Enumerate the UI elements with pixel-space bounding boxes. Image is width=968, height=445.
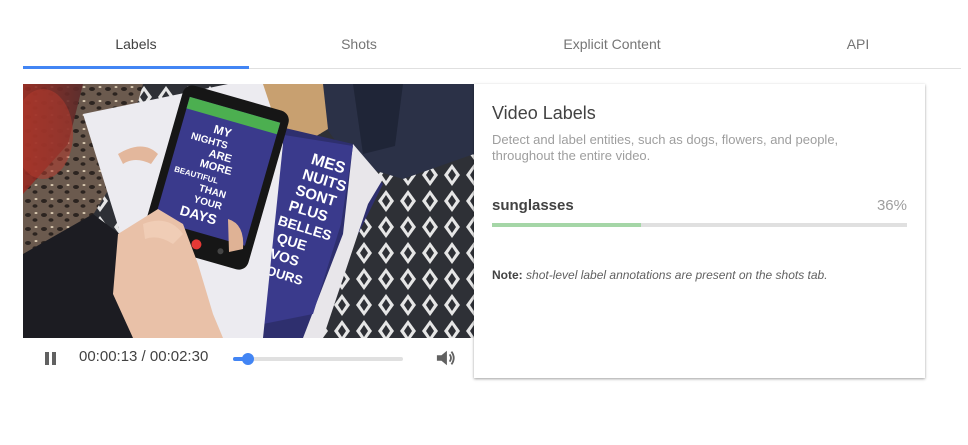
tab-labels[interactable]: Labels: [23, 18, 249, 69]
label-name[interactable]: sunglasses: [492, 197, 574, 214]
tab-bar: Labels Shots Explicit Content API: [23, 18, 961, 69]
tab-explicit-content[interactable]: Explicit Content: [469, 18, 755, 68]
video-frame: MES NUITS SONT PLUS BELLES QUE VOS JOURS…: [23, 84, 474, 338]
volume-icon[interactable]: [435, 348, 457, 368]
pause-icon[interactable]: [43, 351, 59, 367]
time-display: 00:00:13 / 00:02:30: [79, 348, 209, 365]
seek-handle[interactable]: [241, 353, 254, 365]
tab-api[interactable]: API: [755, 18, 961, 68]
note-prefix: Note:: [492, 268, 523, 282]
player-controls: 00:00:13 / 00:02:30: [23, 338, 474, 378]
card-description: Detect and label entities, such as dogs,…: [492, 132, 839, 163]
tab-shots[interactable]: Shots: [249, 18, 469, 68]
note-body: shot-level label annotations are present…: [526, 268, 828, 282]
seek-bar[interactable]: [233, 353, 403, 365]
note-text: Note: shot-level label annotations are p…: [492, 268, 828, 282]
label-confidence-bar: [492, 223, 907, 227]
label-confidence-fill: [492, 223, 642, 227]
video-labels-card: Video Labels Detect and label entities, …: [474, 84, 925, 378]
card-title: Video Labels: [492, 103, 596, 123]
label-confidence: 36%: [876, 197, 907, 214]
video-player[interactable]: MES NUITS SONT PLUS BELLES QUE VOS JOURS…: [23, 84, 474, 338]
